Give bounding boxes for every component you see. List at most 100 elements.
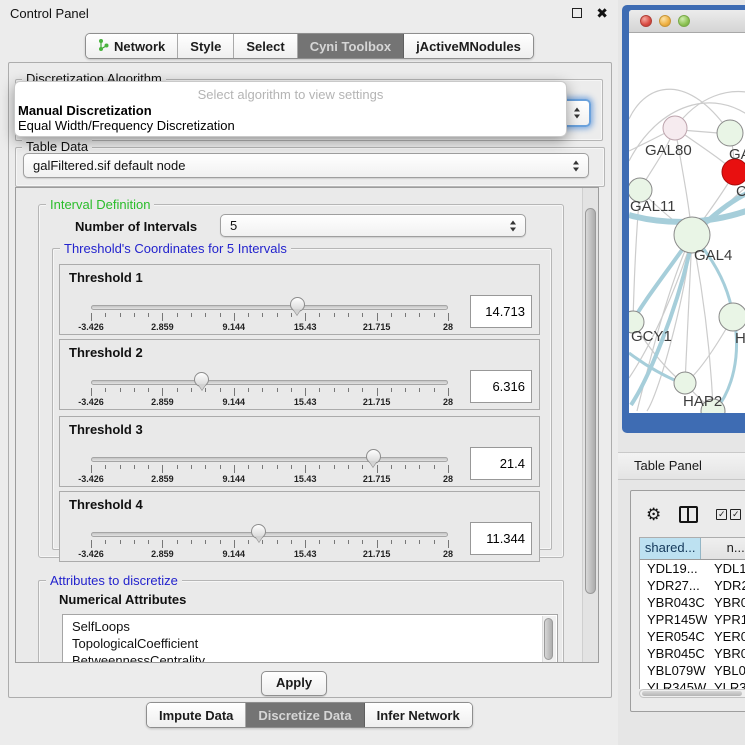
table-data-combobox[interactable]: galFiltered.sif default node (23, 153, 589, 178)
node-label: H (735, 330, 745, 347)
list-item[interactable]: TopologicalCoefficient (63, 635, 557, 652)
tab-jactivemnodules[interactable]: jActiveMNodules (404, 34, 533, 58)
threshold-label: Threshold 3 (69, 422, 143, 437)
slider-tick (148, 388, 149, 392)
slider-tick (248, 388, 249, 392)
slider-tick (362, 465, 363, 469)
slider-tick (191, 313, 192, 317)
close-traffic-light[interactable] (640, 15, 652, 27)
slider-thumb[interactable] (366, 449, 381, 464)
list-item[interactable]: BetweennessCentrality (63, 652, 557, 663)
table-row[interactable]: YDR27...YDR2 (640, 577, 745, 594)
slider-track[interactable] (91, 380, 448, 385)
zoom-traffic-light[interactable] (678, 15, 690, 27)
list-scrollbar[interactable] (542, 616, 556, 663)
tab-style[interactable]: Style (178, 34, 234, 58)
settings-scrollbar[interactable] (582, 188, 598, 662)
table-header-row: shared... n... (640, 538, 745, 560)
minimize-traffic-light[interactable] (659, 15, 671, 27)
slider-thumb[interactable] (290, 297, 305, 312)
tab-impute-data[interactable]: Impute Data (147, 703, 246, 727)
table-hscrollbar-thumb[interactable] (642, 691, 742, 696)
slider-tick (191, 540, 192, 544)
threshold-3-panel: Threshold 3-3.4262.8599.14415.4321.71528… (59, 416, 540, 487)
node-table[interactable]: shared... n... YDL19...YDL1YDR27...YDR2Y… (639, 537, 745, 689)
node-pink[interactable] (663, 116, 687, 140)
table-row[interactable]: YDL19...YDL1 (640, 560, 745, 577)
slider-tick (262, 465, 263, 469)
gear-icon[interactable]: ⚙ (646, 506, 661, 523)
dropdown-option[interactable]: Manual Discretization (15, 103, 566, 118)
node-label: HAP2 (683, 393, 722, 410)
table-hscrollbar[interactable] (639, 689, 745, 698)
threshold-value-field[interactable]: 6.316 (470, 370, 532, 403)
slider-tick (105, 465, 106, 469)
table-row[interactable]: YER054CYER0 (640, 628, 745, 645)
slider-tick-label: 9.144 (204, 322, 264, 332)
tab-label: Network (114, 39, 165, 54)
list-item[interactable]: SelfLoops (63, 618, 557, 635)
threshold-value-field[interactable]: 11.344 (470, 522, 532, 555)
slider-tick (205, 540, 206, 544)
slider-tick (334, 388, 335, 392)
tab-discretize-data[interactable]: Discretize Data (246, 703, 364, 727)
list-scrollbar-thumb[interactable] (544, 618, 553, 660)
network-canvas[interactable]: GAL80 GA C GAL11 GAL4 GCY1 H HAP2 (629, 33, 745, 413)
slider-tick (334, 540, 335, 544)
float-window-icon[interactable] (572, 8, 582, 18)
slider-tick (362, 540, 363, 544)
cell-name: YPR1 (707, 611, 745, 628)
slider-tick (305, 388, 306, 396)
slider-tick (105, 540, 106, 544)
slider-track[interactable] (91, 532, 448, 537)
slider-tick (362, 313, 363, 317)
table-row[interactable]: YBR043CYBR0 (640, 594, 745, 611)
slider-track[interactable] (91, 305, 448, 310)
tab-infer-network[interactable]: Infer Network (365, 703, 472, 727)
threshold-value-field[interactable]: 21.4 (470, 447, 532, 480)
node-hap2[interactable] (674, 372, 696, 394)
threshold-value-field[interactable]: 14.713 (470, 295, 532, 328)
table-row[interactable]: YLR345WYLR3 (640, 679, 745, 689)
checkbox-icon[interactable]: ✓ (716, 509, 727, 520)
apply-button[interactable]: Apply (261, 671, 327, 696)
columns-icon[interactable] (679, 506, 698, 523)
checkbox-icon[interactable]: ✓ (730, 509, 741, 520)
slider-tick (177, 388, 178, 392)
slider-tick (405, 465, 406, 469)
settings-scrollbar-thumb[interactable] (585, 208, 596, 594)
numerical-attributes-list[interactable]: SelfLoopsTopologicalCoefficientBetweenne… (62, 614, 558, 663)
cell-name: YDR2 (707, 577, 745, 594)
column-header-name[interactable]: n... (701, 538, 745, 559)
tab-network[interactable]: Network (86, 34, 178, 58)
tab-label: Select (246, 39, 284, 54)
table-row[interactable]: YBR045CYBR0 (640, 645, 745, 662)
slider-tick (191, 465, 192, 469)
tab-label: Impute Data (159, 708, 233, 723)
slider-tick (334, 313, 335, 317)
number-of-intervals-combobox[interactable]: 5 (220, 214, 526, 237)
table-row[interactable]: YBL079WYBL0 (640, 662, 745, 679)
table-row[interactable]: YPR145WYPR1 (640, 611, 745, 628)
slider-track[interactable] (91, 457, 448, 462)
slider-tick (220, 313, 221, 317)
cell-name: YLR3 (707, 679, 745, 689)
tab-cyni-toolbox[interactable]: Cyni Toolbox (298, 34, 404, 58)
slider-tick (348, 313, 349, 317)
node-green[interactable] (717, 120, 743, 146)
node-h[interactable] (719, 303, 745, 331)
close-icon[interactable]: ✖ (596, 8, 608, 18)
slider-tick (220, 388, 221, 392)
checkbox-icons[interactable]: ✓ ✓ (716, 509, 741, 520)
slider-tick (319, 313, 320, 317)
slider-tick (391, 465, 392, 469)
slider-tick (148, 313, 149, 317)
slider-tick (248, 540, 249, 544)
threshold-label: Threshold 2 (69, 345, 143, 360)
slider-tick (348, 388, 349, 392)
slider-tick (220, 540, 221, 544)
tab-select[interactable]: Select (234, 34, 297, 58)
dropdown-option[interactable]: Equal Width/Frequency Discretization (15, 118, 566, 133)
column-header-shared-name[interactable]: shared... (640, 538, 701, 559)
slider-tick (305, 465, 306, 473)
